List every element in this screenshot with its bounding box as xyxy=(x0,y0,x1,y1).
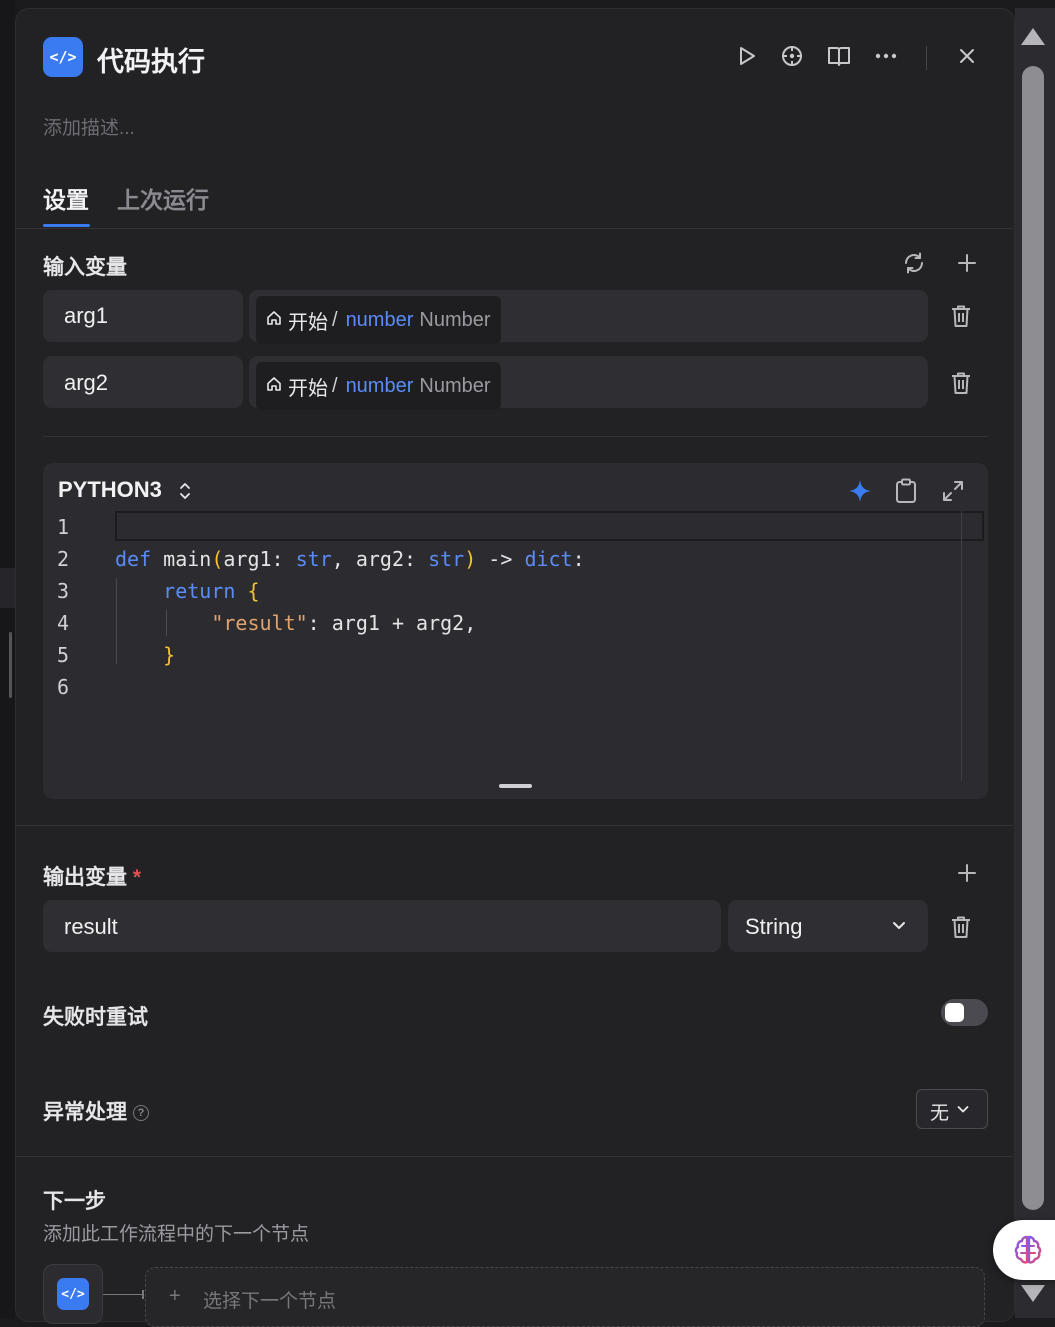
retry-on-failure-label: 失败时重试 xyxy=(43,1006,148,1029)
next-step-subtitle: 添加此工作流程中的下一个节点 xyxy=(43,1224,310,1245)
panel-title[interactable]: 代码执行 xyxy=(97,40,205,79)
plus-icon: + xyxy=(169,1285,181,1307)
toggle-knob xyxy=(945,1003,964,1022)
canvas-scroll-indicator xyxy=(9,632,12,698)
canvas-item xyxy=(0,568,15,608)
code-line: } xyxy=(163,643,176,667)
variable-type: Number xyxy=(419,374,491,397)
delete-input-icon[interactable] xyxy=(947,302,975,330)
code-line: def main(arg1: str, arg2: str) -> dict: xyxy=(115,547,585,571)
editor-ruler xyxy=(961,511,962,781)
tab-settings[interactable]: 设置 xyxy=(43,181,89,215)
output-var-name-field[interactable] xyxy=(43,900,721,952)
input-var-name: arg2 xyxy=(64,370,109,395)
output-type-value: String xyxy=(745,914,803,939)
chevron-down-icon xyxy=(888,915,910,937)
delete-input-icon[interactable] xyxy=(947,369,975,397)
path-separator: / xyxy=(332,374,338,397)
brain-icon xyxy=(1011,1233,1045,1275)
header-divider xyxy=(926,46,927,70)
section-divider xyxy=(16,825,1013,826)
tab-divider xyxy=(16,228,1013,229)
input-variables-title: 输入变量 xyxy=(43,256,127,279)
variable-name: number xyxy=(345,308,414,331)
code-line: "result": arg1 + arg2, xyxy=(211,611,477,635)
editor-resize-handle[interactable] xyxy=(499,784,532,788)
home-icon xyxy=(266,309,282,332)
canvas-left-edge xyxy=(0,0,15,1318)
error-handling-select[interactable]: 无 xyxy=(916,1089,988,1129)
next-step-title: 下一步 xyxy=(43,1190,106,1213)
variable-reference-chip[interactable]: 开始 / number Number xyxy=(256,362,501,410)
scroll-down-arrow-icon[interactable] xyxy=(1021,1285,1045,1302)
source-node-name: 开始 xyxy=(288,311,328,334)
scroll-up-arrow-icon[interactable] xyxy=(1021,28,1045,45)
code-line: return { xyxy=(163,579,260,603)
error-handling-label: 异常处理 xyxy=(43,1101,127,1124)
description-input[interactable]: 添加描述... xyxy=(43,113,135,140)
variable-reference-chip[interactable]: 开始 / number Number xyxy=(256,296,501,344)
refresh-icon[interactable] xyxy=(900,249,928,277)
expand-icon[interactable] xyxy=(939,477,967,505)
connector-line xyxy=(103,1294,143,1295)
tab-last-run[interactable]: 上次运行 xyxy=(117,181,209,215)
line-number: 2 xyxy=(57,547,70,571)
language-selector[interactable]: PYTHON3 xyxy=(58,477,162,503)
close-icon[interactable] xyxy=(953,42,981,70)
section-divider xyxy=(16,1156,1013,1157)
variable-type: Number xyxy=(419,308,491,331)
more-icon[interactable] xyxy=(872,42,900,70)
error-handling-title: 异常处理? xyxy=(43,1096,149,1126)
assistant-button[interactable] xyxy=(993,1220,1055,1280)
scrollbar-thumb[interactable] xyxy=(1022,66,1044,1210)
locate-icon[interactable] xyxy=(778,42,806,70)
active-tab-indicator xyxy=(43,224,90,227)
line-number: 4 xyxy=(57,611,70,635)
output-variables-label: 输出变量 xyxy=(43,866,127,889)
source-node-name: 开始 xyxy=(288,377,328,400)
line-number: 5 xyxy=(57,643,70,667)
required-mark: * xyxy=(132,866,142,889)
connector-end xyxy=(142,1290,144,1299)
path-separator: / xyxy=(332,308,338,331)
chevron-down-icon xyxy=(957,1106,969,1113)
help-icon[interactable]: ? xyxy=(133,1105,149,1122)
select-next-node-label: 选择下一个节点 xyxy=(203,1291,337,1312)
error-handling-value: 无 xyxy=(930,1103,950,1124)
current-line-highlight xyxy=(115,511,984,541)
variable-name: number xyxy=(345,374,414,397)
add-output-variable-icon[interactable] xyxy=(953,859,981,887)
section-divider xyxy=(43,436,988,437)
retry-toggle[interactable] xyxy=(941,999,988,1026)
line-number: 1 xyxy=(57,515,70,539)
home-icon xyxy=(266,375,282,398)
output-variables-title: 输出变量 * xyxy=(43,861,141,891)
run-icon[interactable] xyxy=(733,42,761,70)
add-input-variable-icon[interactable] xyxy=(953,249,981,277)
output-var-name: result xyxy=(64,914,118,939)
ai-sparkle-icon[interactable] xyxy=(846,477,874,505)
code-node-icon: </> xyxy=(57,1278,89,1310)
chevron-updown-icon[interactable] xyxy=(178,480,192,502)
input-var-name: arg1 xyxy=(64,303,109,328)
copy-icon[interactable] xyxy=(892,477,920,505)
line-number: 3 xyxy=(57,579,70,603)
delete-output-icon[interactable] xyxy=(947,913,975,941)
book-icon[interactable] xyxy=(825,42,853,70)
code-node-icon: </> xyxy=(43,37,83,77)
line-number: 6 xyxy=(57,675,70,699)
